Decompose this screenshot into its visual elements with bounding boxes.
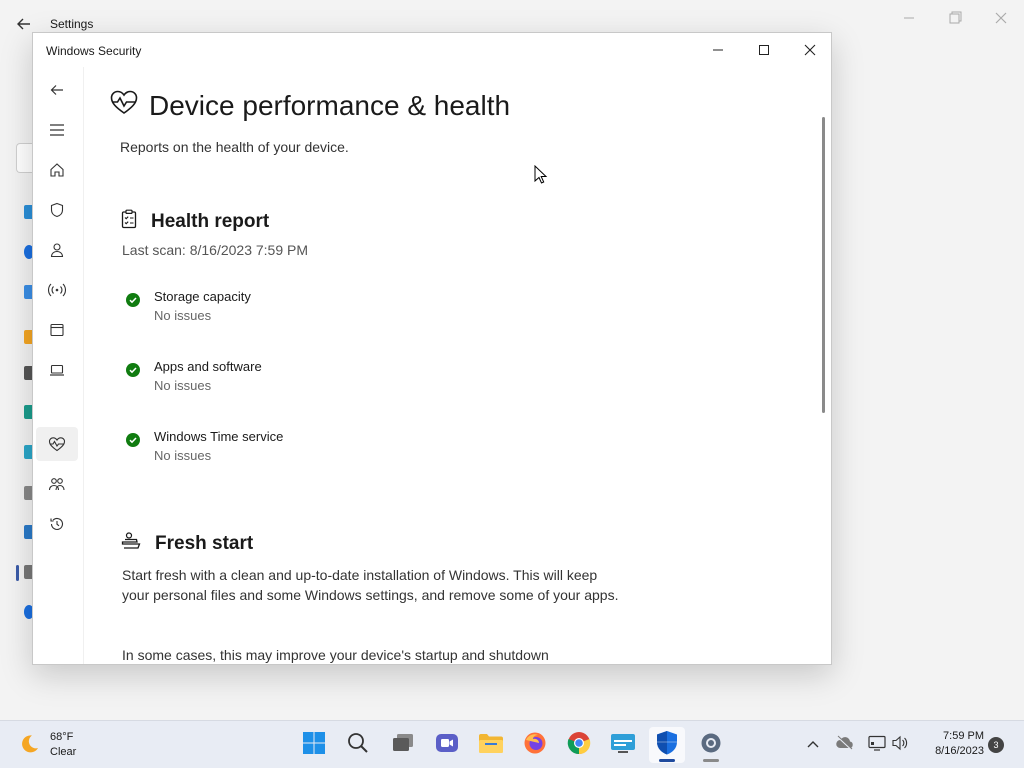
wifi-signal-icon[interactable] <box>36 273 78 307</box>
volume-tray[interactable] <box>890 735 910 755</box>
fresh-start-description: Start fresh with a clean and up-to-date … <box>122 567 619 603</box>
fresh-start-heading-text: Fresh start <box>155 533 254 554</box>
minimize-icon[interactable] <box>695 35 741 65</box>
gear-icon[interactable] <box>36 657 78 664</box>
heart-pulse-icon <box>109 89 139 122</box>
last-scan-text: Last scan: 8/16/2023 7:59 PM <box>122 242 309 258</box>
check-icon <box>126 433 140 447</box>
restore-icon[interactable] <box>940 8 970 28</box>
teams-chat-button[interactable] <box>429 727 465 763</box>
status-item-name: Apps and software <box>154 359 262 374</box>
page-subtitle: Reports on the health of your device. <box>120 139 349 155</box>
network-monitor-icon <box>868 735 886 756</box>
screen-app-button[interactable] <box>605 727 641 763</box>
heart-pulse-icon[interactable] <box>36 427 78 461</box>
hamburger-menu-icon[interactable] <box>36 113 78 147</box>
chrome-button[interactable] <box>561 727 597 763</box>
clock-date: 8/16/2023 <box>935 745 984 757</box>
status-item-name: Storage capacity <box>154 289 251 304</box>
history-icon[interactable] <box>36 507 78 541</box>
chrome-icon <box>567 731 591 760</box>
fresh-start-icon <box>121 532 141 556</box>
video-camera-icon <box>435 732 459 759</box>
home-icon[interactable] <box>36 153 78 187</box>
family-icon[interactable] <box>36 467 78 501</box>
app-browser-icon[interactable] <box>36 313 78 347</box>
shield-icon[interactable] <box>36 193 78 227</box>
clock-time: 7:59 PM <box>943 730 984 742</box>
notification-badge[interactable]: 3 <box>988 737 1004 753</box>
monitor-app-icon <box>610 732 636 759</box>
windows-logo-icon <box>302 731 326 760</box>
windows-security-window: Windows Security Device performance & he… <box>32 32 832 665</box>
shield-icon <box>655 730 679 761</box>
maximize-icon[interactable] <box>741 35 787 65</box>
navigation-rail <box>33 67 81 664</box>
status-item-apps: Apps and software No issues <box>126 359 426 399</box>
show-hidden-icons-button[interactable] <box>803 735 823 755</box>
laptop-icon[interactable] <box>36 353 78 387</box>
gear-icon <box>699 731 723 760</box>
weather-temperature: 68°F <box>50 731 74 743</box>
speaker-icon <box>891 735 909 756</box>
person-icon[interactable] <box>36 233 78 267</box>
taskbar-clock[interactable]: 7:59 PM 8/16/2023 <box>918 729 984 759</box>
taskbar: 68°F Clear 7:59 PM 8/16/2023 3 <box>0 720 1024 768</box>
clipboard-check-icon <box>121 209 137 235</box>
page-title: Device performance & health <box>109 89 510 122</box>
mouse-cursor-icon <box>534 164 548 185</box>
check-icon <box>126 363 140 377</box>
window-title: Windows Security <box>46 44 142 58</box>
status-item-storage: Storage capacity No issues <box>126 289 426 329</box>
page-title-text: Device performance & health <box>149 89 511 121</box>
firefox-icon <box>523 731 547 760</box>
running-app-indicator <box>703 759 719 762</box>
task-view-icon <box>391 732 415 759</box>
moon-icon <box>18 733 40 761</box>
task-view-button[interactable] <box>385 727 421 763</box>
health-report-heading: Health report <box>121 209 269 235</box>
window-titlebar[interactable]: Windows Security <box>33 33 831 67</box>
status-item-time-service: Windows Time service No issues <box>126 429 426 469</box>
weather-condition: Clear <box>50 746 77 758</box>
health-report-heading-text: Health report <box>151 211 270 232</box>
close-icon[interactable] <box>787 35 831 65</box>
active-app-indicator <box>659 759 675 762</box>
chevron-up-icon <box>806 736 820 754</box>
back-arrow-icon[interactable] <box>36 73 78 107</box>
status-item-value: No issues <box>154 378 212 393</box>
minimize-icon[interactable] <box>894 8 924 28</box>
settings-title: Settings <box>50 17 94 31</box>
folder-icon <box>478 732 504 759</box>
fresh-start-description-2: In some cases, this may improve your dev… <box>122 647 549 663</box>
check-icon <box>126 293 140 307</box>
weather-widget[interactable]: 68°F Clear <box>18 729 108 761</box>
fresh-start-heading: Fresh start <box>121 532 253 556</box>
onedrive-tray[interactable] <box>835 735 855 755</box>
status-item-name: Windows Time service <box>154 429 284 444</box>
network-tray[interactable] <box>867 735 887 755</box>
close-icon[interactable] <box>986 8 1016 28</box>
settings-nav-selection <box>16 565 19 581</box>
search-icon <box>347 732 369 759</box>
status-item-value: No issues <box>154 308 212 323</box>
settings-button[interactable] <box>693 727 729 763</box>
vertical-scrollbar[interactable] <box>822 117 825 413</box>
firefox-button[interactable] <box>517 727 553 763</box>
windows-security-button[interactable] <box>649 727 685 763</box>
search-button[interactable] <box>340 727 376 763</box>
file-explorer-button[interactable] <box>473 727 509 763</box>
cloud-offline-icon <box>835 735 855 756</box>
back-arrow-icon[interactable] <box>14 14 34 34</box>
start-button[interactable] <box>296 727 332 763</box>
status-item-value: No issues <box>154 448 212 463</box>
